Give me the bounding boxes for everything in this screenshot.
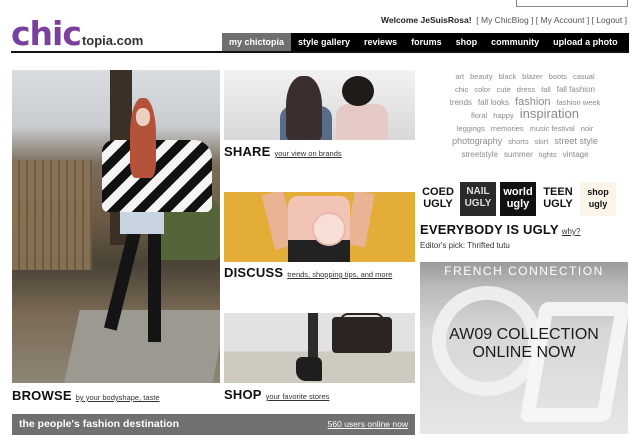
tag-leggings[interactable]: leggings bbox=[457, 124, 485, 133]
photo-fence bbox=[12, 160, 92, 270]
teen-ugly-logo[interactable]: TEEN UGLY bbox=[540, 182, 576, 216]
header-divider bbox=[11, 51, 629, 53]
nav-shop[interactable]: shop bbox=[449, 33, 485, 51]
photo-person-hair bbox=[342, 76, 374, 106]
discuss-title[interactable]: DISCUSS bbox=[224, 265, 283, 280]
tag-color[interactable]: color bbox=[474, 85, 490, 94]
coed-ugly-logo[interactable]: COED UGLY bbox=[420, 182, 456, 216]
photo-face bbox=[136, 108, 150, 126]
browse-photo[interactable] bbox=[12, 70, 220, 383]
shop-title[interactable]: SHOP bbox=[224, 387, 262, 402]
tag-music-festival[interactable]: music festival bbox=[530, 124, 575, 133]
footer-bar: the people's fashion destination 560 use… bbox=[12, 414, 415, 435]
tag-fall-fashion[interactable]: fall fashion bbox=[557, 85, 595, 94]
tag-street-style[interactable]: street style bbox=[554, 136, 598, 146]
ad-line-1: AW09 COLLECTION bbox=[449, 326, 599, 343]
world-ugly-logo[interactable]: world ugly bbox=[500, 182, 536, 216]
tag-blazer[interactable]: blazer bbox=[522, 72, 542, 81]
tagline: the people's fashion destination bbox=[19, 418, 180, 430]
shop-link[interactable]: your favorite stores bbox=[266, 392, 330, 401]
photo-person bbox=[336, 104, 388, 140]
nav-upload-photo[interactable]: upload a photo bbox=[546, 33, 625, 51]
nail-ugly-logo[interactable]: NAIL UGLY bbox=[460, 182, 496, 216]
nav-community[interactable]: community bbox=[484, 33, 546, 51]
search-box[interactable] bbox=[516, 0, 628, 7]
welcome-text: Welcome JeSuisRosa! bbox=[380, 15, 472, 25]
users-online-link[interactable]: 560 users online now bbox=[328, 419, 408, 429]
french-connection-ad[interactable]: FRENCH CONNECTION AW09 COLLECTION ONLINE… bbox=[420, 262, 628, 434]
tag-vintage[interactable]: vintage bbox=[563, 150, 589, 159]
tag-summer[interactable]: summer bbox=[504, 150, 533, 159]
photo-flower-detail bbox=[312, 212, 346, 246]
share-title[interactable]: SHARE bbox=[224, 144, 271, 159]
nav-my-chictopia[interactable]: my chictopia bbox=[222, 33, 292, 51]
tag-fall[interactable]: fall bbox=[541, 85, 551, 94]
tag-trends[interactable]: trends bbox=[450, 98, 472, 107]
tag-boots[interactable]: boots bbox=[549, 72, 567, 81]
ugly-title[interactable]: EVERYBODY IS UGLY bbox=[420, 222, 559, 237]
photo-sweater bbox=[102, 140, 212, 212]
tag-happy[interactable]: happy bbox=[493, 111, 513, 120]
tag-memories[interactable]: memories bbox=[491, 124, 524, 133]
discuss-link[interactable]: trends, shopping tips, and more bbox=[287, 270, 392, 279]
ad-headline: AW09 COLLECTION ONLINE NOW bbox=[420, 326, 628, 362]
tag-noir[interactable]: noir bbox=[581, 124, 594, 133]
tag-casual[interactable]: casual bbox=[573, 72, 595, 81]
tag-cute[interactable]: cute bbox=[497, 85, 511, 94]
photo-person-hair bbox=[286, 76, 322, 140]
nav-reviews[interactable]: reviews bbox=[357, 33, 404, 51]
ugly-brand-logos: COED UGLY NAIL UGLY world ugly TEEN UGLY… bbox=[420, 182, 630, 216]
logout-link[interactable]: Logout bbox=[596, 15, 622, 25]
site-logo[interactable]: chictopia.com bbox=[11, 16, 143, 52]
photo-leg bbox=[148, 232, 161, 342]
logo-suffix: topia.com bbox=[81, 33, 144, 48]
nav-forums[interactable]: forums bbox=[404, 33, 449, 51]
logo-chic: chic bbox=[11, 14, 82, 53]
ugly-heading: EVERYBODY IS UGLY why? bbox=[420, 221, 580, 239]
nav-style-gallery[interactable]: style gallery bbox=[291, 33, 357, 51]
tag-shorts[interactable]: shorts bbox=[508, 137, 528, 146]
discuss-caption: DISCUSS trends, shopping tips, and more bbox=[224, 264, 392, 282]
tag-inspiration[interactable]: inspiration bbox=[520, 106, 579, 121]
my-account-link[interactable]: My Account bbox=[541, 15, 585, 25]
tag-cloud: art beauty black blazer boots casual chic colo… bbox=[420, 69, 630, 159]
why-link[interactable]: why? bbox=[562, 227, 581, 236]
tag-dress[interactable]: dress bbox=[517, 85, 535, 94]
tag-streetstyle[interactable]: streetstyle bbox=[461, 150, 497, 159]
shop-photo[interactable] bbox=[224, 313, 415, 383]
share-caption: SHARE your view on brands bbox=[224, 143, 342, 161]
ad-line-2: ONLINE NOW bbox=[472, 344, 576, 361]
my-chicblog-link[interactable]: My ChicBlog bbox=[481, 15, 529, 25]
browse-caption: BROWSE by your bodyshape, taste bbox=[12, 387, 160, 405]
user-bar: Welcome JeSuisRosa! [ My ChicBlog ] [ My… bbox=[380, 15, 627, 25]
share-photo[interactable] bbox=[224, 70, 415, 140]
editors-pick[interactable]: Editor's pick: Thrifted tutu bbox=[420, 241, 510, 250]
browse-title[interactable]: BROWSE bbox=[12, 388, 72, 403]
discuss-photo[interactable] bbox=[224, 192, 415, 262]
tag-fall-looks[interactable]: fall looks bbox=[478, 98, 509, 107]
photo-bag bbox=[332, 317, 392, 353]
tag-photography[interactable]: photography bbox=[452, 136, 502, 146]
shop-ugly-logo[interactable]: shop ugly bbox=[580, 182, 616, 216]
ad-brand-name: FRENCH CONNECTION bbox=[444, 264, 604, 278]
tag-chic[interactable]: chic bbox=[455, 85, 468, 94]
photo-path bbox=[64, 310, 220, 383]
shop-caption: SHOP your favorite stores bbox=[224, 386, 329, 404]
tag-floral[interactable]: floral bbox=[471, 111, 487, 120]
tag-skirt[interactable]: skirt bbox=[535, 137, 549, 146]
tag-art[interactable]: art bbox=[455, 72, 464, 81]
photo-boot bbox=[296, 357, 322, 381]
tag-black[interactable]: black bbox=[499, 72, 517, 81]
browse-link[interactable]: by your bodyshape, taste bbox=[76, 393, 160, 402]
share-link[interactable]: your view on brands bbox=[275, 149, 342, 158]
main-nav: my chictopia style gallery reviews forum… bbox=[222, 33, 629, 51]
tag-beauty[interactable]: beauty bbox=[470, 72, 493, 81]
tag-tights[interactable]: tights bbox=[539, 150, 557, 159]
